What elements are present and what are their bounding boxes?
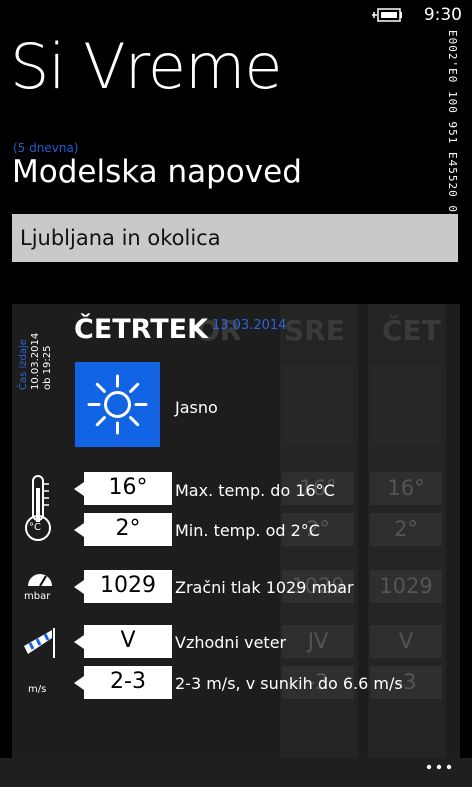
pressure-unit-label: mbar: [24, 591, 51, 602]
max-temp-text: Max. temp. do 16°C: [175, 481, 335, 500]
temp-unit-label: °C: [29, 522, 41, 533]
wind-direction-text: Vzhodni veter: [175, 633, 287, 652]
thermometer-icon: [25, 475, 51, 541]
pressure-text: Zračni tlak 1029 mbar: [175, 578, 354, 597]
forecast-date: 13.03.2014: [212, 318, 287, 333]
condition-text: Jasno: [175, 398, 218, 417]
wind-unit-label: m/s: [28, 684, 47, 695]
issued-label: Čas izdaje: [18, 339, 29, 390]
ghost-day-label: ČET: [382, 314, 441, 347]
forecast-range: (5 dnevna): [13, 141, 79, 155]
ghost-wind: JV: [282, 625, 354, 658]
day-title: ČETRTEK: [74, 314, 209, 345]
wind-speed-value: 2-3: [74, 666, 172, 699]
ghost-min-temp: 2°: [370, 513, 442, 546]
forecast-card[interactable]: OR SRE ČET 16° 16° 2° 2° 1029 1029 JV V …: [12, 304, 460, 758]
ghost-day-label: SRE: [284, 314, 345, 347]
min-temp-text: Min. temp. od 2°C: [175, 521, 320, 540]
app-title: Si Vreme: [10, 30, 283, 103]
ghost-weather-icon: [370, 364, 442, 446]
sun-icon: [87, 374, 148, 435]
issued-info: Čas izdaje 10.03.2014 ob 19:25: [18, 318, 58, 398]
wind-speed-text: 2-3 m/s, v sunkih do 6.6 m/s: [175, 674, 403, 693]
ghost-wind: V: [370, 625, 442, 658]
app-bar: [0, 758, 472, 787]
min-temp-value: 2°: [74, 513, 172, 546]
battery-charging-icon: [372, 8, 402, 22]
more-options-icon[interactable]: [426, 762, 452, 772]
location-selector[interactable]: Ljubljana in okolica: [12, 214, 458, 262]
weather-icon-box: [75, 362, 160, 447]
status-bar: 9:30: [0, 0, 472, 32]
pressure-value: 1029: [74, 570, 172, 603]
side-identifier: E002'E0 100 951 E45520 050 050: [446, 30, 459, 259]
clock: 9:30: [423, 5, 462, 25]
max-temp-value: 16°: [74, 472, 172, 505]
issued-date: 10.03.2014: [30, 332, 41, 390]
ghost-max-temp: 16°: [370, 472, 442, 505]
ghost-weather-icon: [282, 364, 354, 446]
windsock-icon: [24, 628, 55, 658]
wind-direction-value: V: [74, 625, 172, 658]
issued-time: ob 19:25: [42, 345, 53, 390]
page-title: Modelska napoved: [12, 154, 302, 190]
ghost-pressure: 1029: [370, 570, 442, 603]
barometer-icon: [28, 574, 52, 587]
